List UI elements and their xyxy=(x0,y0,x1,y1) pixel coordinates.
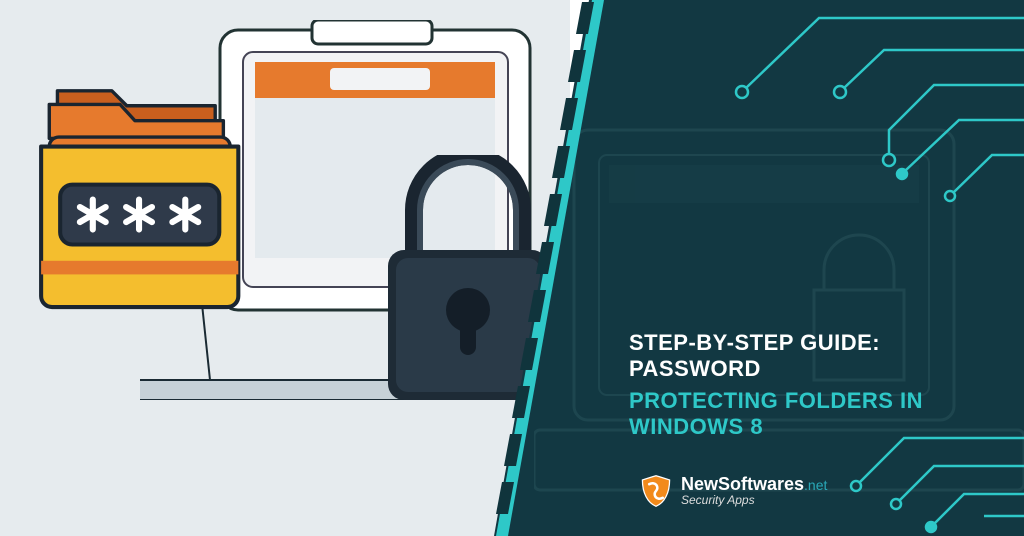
brand-domain: .net xyxy=(804,477,827,493)
brand-block: NewSoftwares .net Security Apps xyxy=(639,474,827,508)
brand-text: NewSoftwares .net Security Apps xyxy=(681,474,827,508)
folder-icon xyxy=(18,30,358,410)
title-line-1: STEP-BY-STEP GUIDE: PASSWORD xyxy=(629,330,1009,382)
right-content-panel: STEP-BY-STEP GUIDE: PASSWORD PROTECTING … xyxy=(494,0,1024,536)
shield-icon xyxy=(639,474,673,508)
article-title: STEP-BY-STEP GUIDE: PASSWORD PROTECTING … xyxy=(629,330,1009,440)
title-line-2: PROTECTING FOLDERS IN WINDOWS 8 xyxy=(629,388,1009,440)
brand-tagline: Security Apps xyxy=(681,494,827,508)
left-illustration-panel xyxy=(0,0,570,536)
brand-name: NewSoftwares xyxy=(681,474,804,495)
banner-root: STEP-BY-STEP GUIDE: PASSWORD PROTECTING … xyxy=(0,0,1024,536)
